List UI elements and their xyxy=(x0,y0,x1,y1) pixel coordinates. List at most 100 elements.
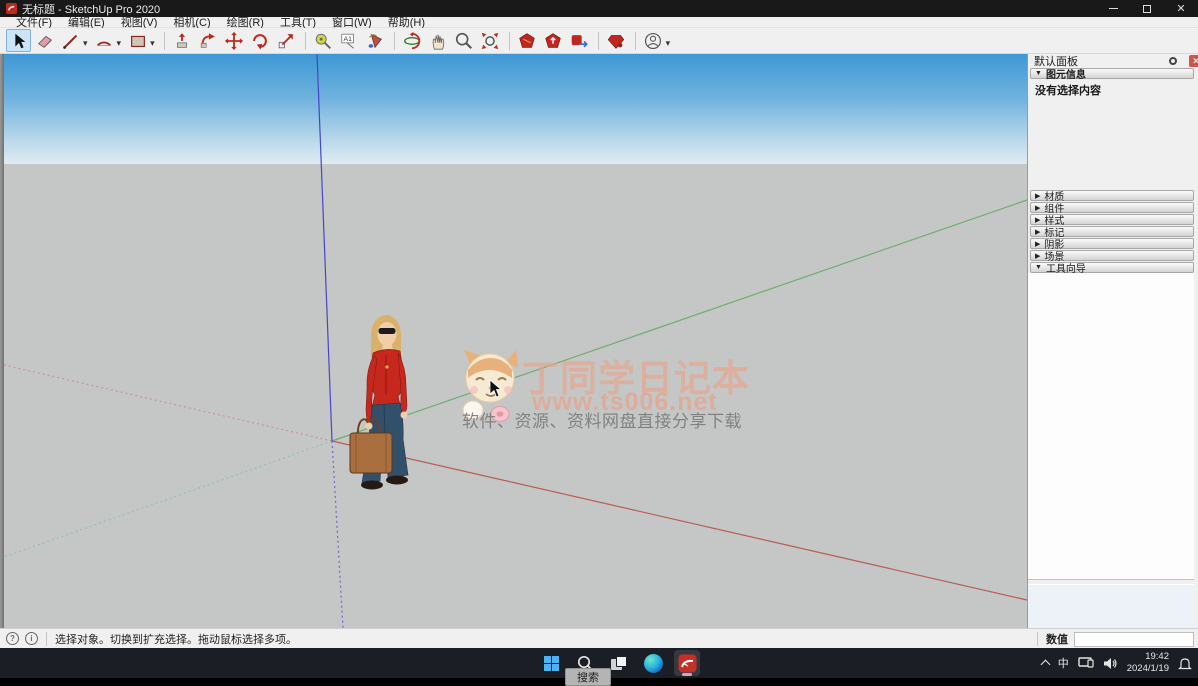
tape-measure-tool-button[interactable] xyxy=(311,29,336,52)
modeling-viewport[interactable]: 丁同学日记本 www.ts006.net 软件、资源、资料网盘直接分享下载 xyxy=(0,54,1027,628)
collapsed-arrow-icon: ▶ xyxy=(1035,204,1041,212)
paint-bucket-icon xyxy=(368,33,383,48)
geo-glyph: ? xyxy=(10,634,15,643)
share-model-icon xyxy=(545,32,561,48)
move-icon xyxy=(225,31,244,50)
zoom-icon xyxy=(456,32,473,49)
drawing-axes xyxy=(4,54,1027,628)
tooltip-text: 搜索 xyxy=(577,672,599,684)
restore-button[interactable] xyxy=(1130,0,1164,17)
scale-tool-button[interactable] xyxy=(274,29,299,52)
pan-tool-button[interactable] xyxy=(426,29,451,52)
edge-icon xyxy=(643,653,663,673)
instructor-content xyxy=(1028,273,1194,580)
instructor-header[interactable]: ▼ 工具向导 xyxy=(1030,262,1194,275)
info-glyph: i xyxy=(30,634,33,643)
entity-info-label: 图元信息 xyxy=(1045,70,1086,81)
restore-icon xyxy=(1143,4,1151,13)
zoom-extents-button[interactable] xyxy=(478,29,503,52)
rectangle-icon xyxy=(130,35,145,47)
line-dropdown-icon[interactable]: ▾ xyxy=(83,38,88,49)
account-button[interactable] xyxy=(641,29,666,52)
zoom-extents-icon xyxy=(481,32,499,49)
toolbar-separator xyxy=(597,31,599,50)
help-info-icon[interactable]: i xyxy=(25,632,38,645)
text-tool-button[interactable]: A1 xyxy=(337,29,362,52)
task-view-icon xyxy=(611,656,627,670)
windows-logo-icon xyxy=(543,655,559,671)
system-tray: 中 19:42 2024/1/19 xyxy=(1040,648,1192,678)
share-model-button[interactable] xyxy=(541,29,566,52)
network-display-icon[interactable] xyxy=(1078,656,1094,670)
geolocation-icon[interactable]: ? xyxy=(6,632,19,645)
scale-figure-person[interactable] xyxy=(340,309,430,499)
collapsed-arrow-icon: ▶ xyxy=(1035,240,1041,248)
minimize-button[interactable] xyxy=(1096,0,1130,17)
follow-me-tool-button[interactable] xyxy=(196,29,221,52)
panel-bottom-area xyxy=(1028,584,1194,628)
entity-info-header[interactable]: ▼ 图元信息 xyxy=(1030,68,1194,81)
zoom-tool-button[interactable] xyxy=(452,29,477,52)
get-models-button[interactable] xyxy=(515,29,540,52)
start-button[interactable] xyxy=(538,650,564,676)
collapsed-arrow-icon: ▶ xyxy=(1035,252,1041,260)
close-button[interactable]: ✕ xyxy=(1164,0,1198,17)
push-pull-icon xyxy=(177,32,188,48)
account-icon xyxy=(645,32,662,49)
get-models-icon xyxy=(519,32,535,48)
sketchup-icon xyxy=(678,654,696,672)
arc-dropdown-icon[interactable]: ▾ xyxy=(117,38,122,49)
close-icon: ✕ xyxy=(1176,3,1186,15)
expanded-arrow-icon: ▼ xyxy=(1035,264,1042,271)
default-tray-panel: 默认面板 ✕ ▼ 图元信息 没有选择内容 ▶ 材质 ▶ 组件 ▶ 样式 ▶ 标记… xyxy=(1027,54,1198,628)
status-bar: ? i 选择对象。切换到扩充选择。拖动鼠标选择多项。 数值 xyxy=(0,628,1198,648)
measurement-input[interactable] xyxy=(1074,631,1194,647)
windows-taskbar: 搜索 中 19:42 2024/1/19 xyxy=(0,648,1198,686)
pin-icon[interactable] xyxy=(1169,57,1177,65)
account-dropdown-icon[interactable]: ▾ xyxy=(666,38,671,49)
collapsed-arrow-icon: ▶ xyxy=(1035,216,1041,224)
collapsed-arrow-icon: ▶ xyxy=(1035,228,1041,236)
ime-indicator[interactable]: 中 xyxy=(1058,655,1069,671)
line-tool-button[interactable] xyxy=(58,29,83,52)
text-annotation-icon: A1 xyxy=(341,33,355,49)
arc-icon xyxy=(96,41,112,46)
paint-bucket-tool-button[interactable] xyxy=(363,29,388,52)
eraser-icon xyxy=(37,35,52,48)
toolbar: ▾ ▾ ▾ A1 ▾ xyxy=(0,28,1198,54)
share-component-button[interactable] xyxy=(567,29,592,52)
push-pull-tool-button[interactable] xyxy=(170,29,195,52)
sketchup-taskbar-button[interactable] xyxy=(674,650,700,676)
orbit-tool-button[interactable] xyxy=(400,29,425,52)
mouse-cursor xyxy=(489,379,503,398)
volume-icon[interactable] xyxy=(1103,657,1118,670)
collapsed-arrow-icon: ▶ xyxy=(1035,192,1041,200)
notification-bell-icon[interactable] xyxy=(1178,656,1192,671)
toolbar-separator xyxy=(163,31,165,50)
rotate-tool-button[interactable] xyxy=(248,29,273,52)
move-tool-button[interactable] xyxy=(222,29,247,52)
panel-close-button[interactable]: ✕ xyxy=(1189,55,1198,67)
extension-warehouse-button[interactable] xyxy=(604,29,629,52)
rectangle-tool-button[interactable] xyxy=(125,29,150,52)
no-selection-message: 没有选择内容 xyxy=(1035,85,1101,97)
svg-text:A1: A1 xyxy=(344,36,353,43)
share-component-icon xyxy=(571,34,588,47)
rectangle-dropdown-icon[interactable]: ▾ xyxy=(150,38,155,49)
eraser-tool-button[interactable] xyxy=(32,29,57,52)
tray-time: 19:42 xyxy=(1145,651,1169,663)
edge-browser-button[interactable] xyxy=(640,650,666,676)
status-separator xyxy=(46,631,47,646)
tray-overflow-chevron-icon[interactable] xyxy=(1040,659,1051,670)
extension-warehouse-icon xyxy=(607,34,625,49)
desktop: { "titlebar": { "title": "无标题 - SketchUp… xyxy=(0,0,1198,686)
arc-tool-button[interactable] xyxy=(92,29,117,52)
tray-date: 2024/1/19 xyxy=(1126,663,1169,674)
select-tool-button[interactable] xyxy=(6,29,31,52)
toolbar-separator xyxy=(634,31,636,50)
minimize-icon xyxy=(1108,8,1118,9)
sketchup-app-icon xyxy=(6,3,17,14)
tray-clock[interactable]: 19:42 2024/1/19 xyxy=(1127,651,1169,675)
toolbar-separator xyxy=(393,31,395,50)
pencil-line-icon xyxy=(62,34,77,49)
